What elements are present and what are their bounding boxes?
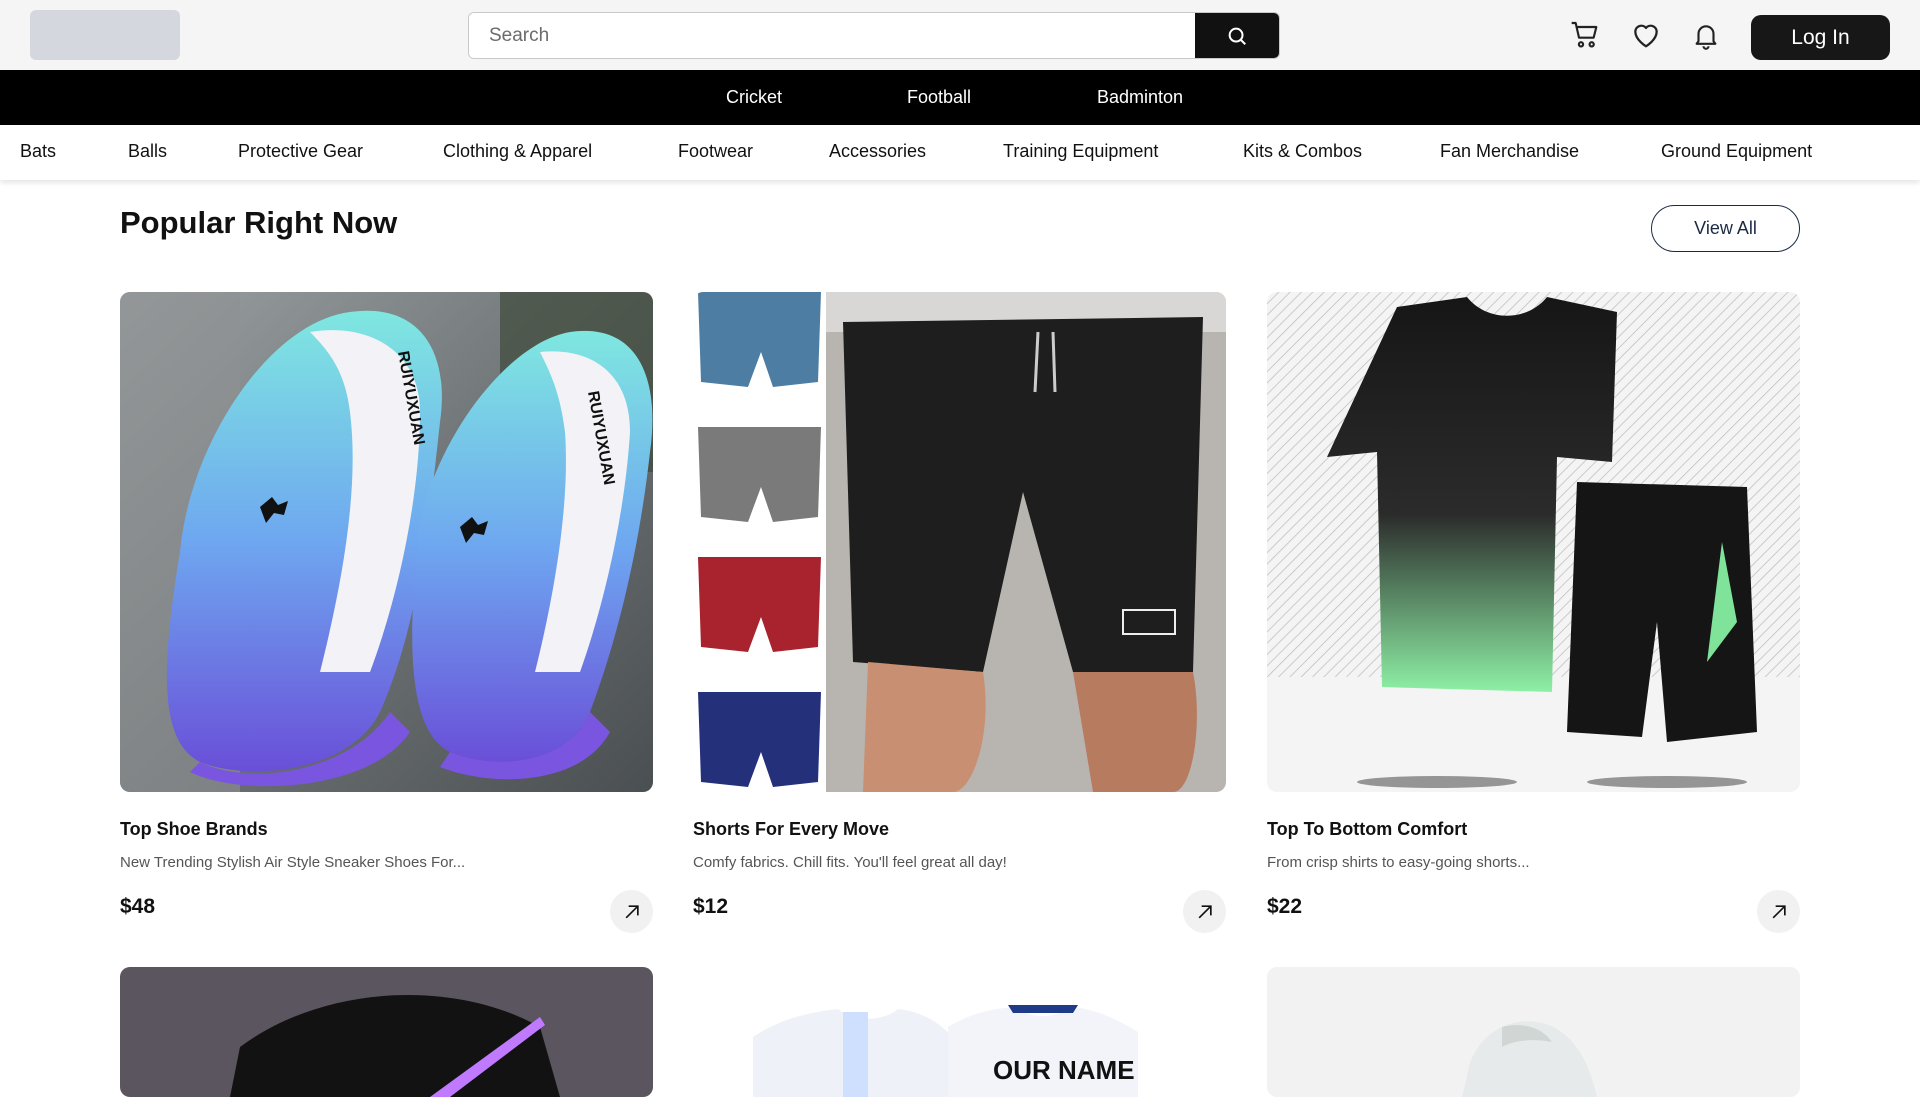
product-title[interactable]: Top Shoe Brands bbox=[120, 819, 268, 840]
product-image-jerseys[interactable]: OUR NAME bbox=[693, 967, 1226, 1097]
search-button[interactable] bbox=[1195, 13, 1279, 58]
sport-tab-badminton[interactable]: Badminton bbox=[1097, 70, 1183, 125]
product-price: $48 bbox=[120, 895, 156, 918]
section-title: Popular Right Now bbox=[120, 205, 398, 240]
category-ground-equipment[interactable]: Ground Equipment bbox=[1661, 125, 1812, 180]
product-price: $12 bbox=[693, 895, 729, 918]
sport-tab-cricket[interactable]: Cricket bbox=[726, 70, 782, 125]
product-image-white-item[interactable] bbox=[1267, 967, 1800, 1097]
open-product-button[interactable] bbox=[1183, 890, 1226, 933]
sport-tab-football[interactable]: Football bbox=[907, 70, 971, 125]
category-fan-merchandise[interactable]: Fan Merchandise bbox=[1440, 125, 1579, 180]
product-title[interactable]: Top To Bottom Comfort bbox=[1267, 819, 1467, 840]
category-nav: Bats Balls Protective Gear Clothing & Ap… bbox=[0, 125, 1920, 180]
view-all-button[interactable]: View All bbox=[1651, 205, 1800, 252]
category-clothing-apparel[interactable]: Clothing & Apparel bbox=[443, 125, 592, 180]
product-price: $22 bbox=[1267, 895, 1303, 918]
login-button[interactable]: Log In bbox=[1751, 15, 1890, 60]
open-product-button[interactable] bbox=[1757, 890, 1800, 933]
open-product-button[interactable] bbox=[610, 890, 653, 933]
jersey-name-text: OUR NAME bbox=[993, 1055, 1135, 1085]
search-bar bbox=[468, 12, 1280, 59]
category-accessories[interactable]: Accessories bbox=[829, 125, 926, 180]
product-image-shorts[interactable] bbox=[693, 292, 1226, 792]
product-title[interactable]: Shorts For Every Move bbox=[693, 819, 889, 840]
product-description: New Trending Stylish Air Style Sneaker S… bbox=[120, 854, 466, 871]
product-description: Comfy fabrics. Chill fits. You'll feel g… bbox=[693, 854, 1007, 871]
cart-icon[interactable] bbox=[1568, 18, 1602, 52]
heart-icon[interactable] bbox=[1629, 18, 1663, 52]
product-image-sneakers[interactable]: RUIYUXUAN RUIYUXUAN bbox=[120, 292, 653, 792]
search-input[interactable] bbox=[469, 13, 1196, 58]
category-kits-combos[interactable]: Kits & Combos bbox=[1243, 125, 1362, 180]
bell-icon[interactable] bbox=[1689, 18, 1723, 52]
category-footwear[interactable]: Footwear bbox=[678, 125, 753, 180]
category-protective-gear[interactable]: Protective Gear bbox=[238, 125, 363, 180]
logo-placeholder[interactable] bbox=[30, 10, 180, 60]
arrow-up-right-icon bbox=[1198, 904, 1212, 918]
sports-nav: Cricket Football Badminton bbox=[0, 70, 1920, 125]
arrow-up-right-icon bbox=[625, 904, 639, 918]
arrow-up-right-icon bbox=[1772, 904, 1786, 918]
product-image-kit[interactable] bbox=[1267, 292, 1800, 792]
product-description: From crisp shirts to easy-going shorts..… bbox=[1267, 854, 1530, 871]
category-bats[interactable]: Bats bbox=[20, 125, 56, 180]
product-image-dark-shoe[interactable] bbox=[120, 967, 653, 1097]
search-icon bbox=[1228, 27, 1246, 45]
category-balls[interactable]: Balls bbox=[128, 125, 167, 180]
top-header: Log In bbox=[0, 0, 1920, 70]
category-training-equipment[interactable]: Training Equipment bbox=[1003, 125, 1158, 180]
